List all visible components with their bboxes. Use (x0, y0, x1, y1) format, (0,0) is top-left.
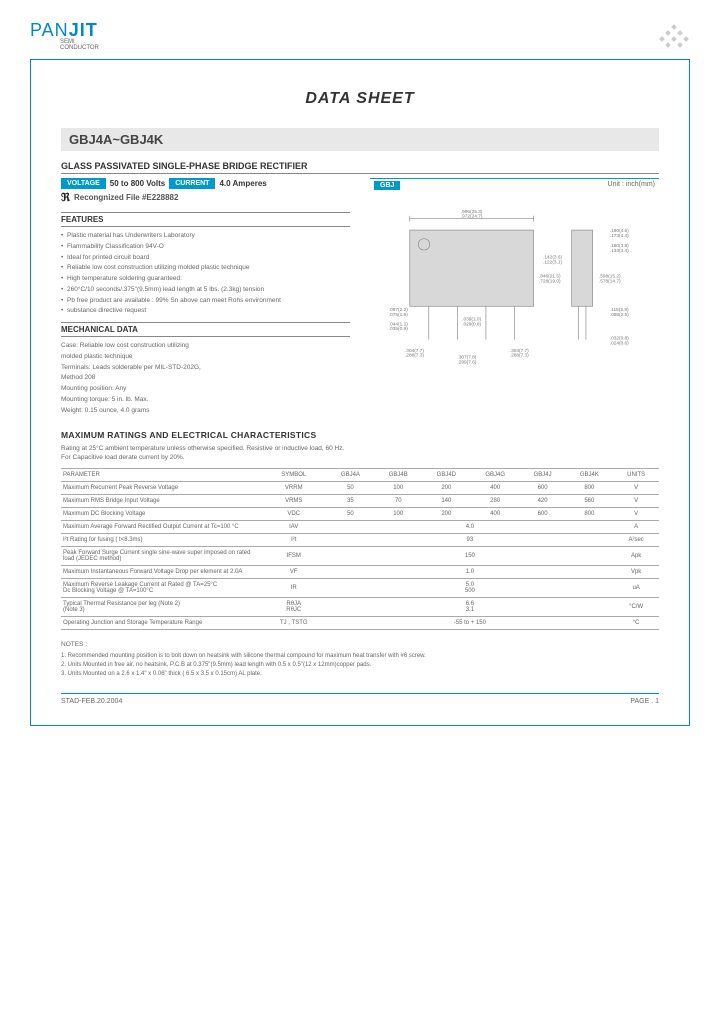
table-row: Typical Thermal Resistance per leg (Note… (61, 598, 659, 617)
features-header: FEATURES (61, 212, 350, 227)
feature-item: Pb free product are available : 99% Sn a… (61, 296, 350, 306)
notes-list: 1. Recommended mounting position is to b… (61, 652, 659, 679)
mech-item: Terminals: Leads solderable per MIL-STD-… (61, 363, 350, 373)
description-title: GLASS PASSIVATED SINGLE-PHASE BRIDGE REC… (61, 161, 659, 174)
logo: PAN JIT (30, 20, 99, 41)
mech-item: Mounting torque: 5 in. lb. Max. (61, 395, 350, 405)
package-drawing-icon: .996(25.3) .972(24.7) .180(4.6) .173(4.4… (370, 192, 659, 392)
feature-item: Reliable low cost construction utilizing… (61, 263, 350, 273)
mech-item: Case: Reliable low cost construction uti… (61, 341, 350, 351)
svg-text:.035(0.9): .035(0.9) (389, 326, 408, 332)
note-item: 1. Recommended mounting position is to b… (61, 652, 659, 661)
svg-text:.098(2.5): .098(2.5) (610, 312, 629, 318)
feature-item: Plastic material has Underwriters Labora… (61, 231, 350, 241)
feature-item: Flammability Classification 94V-O (61, 242, 350, 252)
diagram-unit: Unit : inch(mm) (608, 181, 655, 190)
footer-date: STAD-FEB.20.2004 (61, 698, 122, 705)
table-body: Maximum Recurrent Peak Reverse VoltageVR… (61, 482, 659, 630)
svg-text:.728(19.0): .728(19.0) (539, 278, 561, 284)
svg-text:.288(7.3): .288(7.3) (510, 353, 529, 359)
table-header-cell: GBJ4B (374, 469, 422, 482)
ul-mark-icon: ℜ (61, 191, 70, 204)
mech-item: Mounting position: Any (61, 384, 350, 394)
logo-pan: PAN (30, 20, 69, 41)
mechanical-list: Case: Reliable low cost construction uti… (61, 341, 350, 415)
svg-text:.075(1.9): .075(1.9) (389, 312, 408, 318)
table-header-cell: GBJ4J (520, 469, 566, 482)
notes-section: NOTES : 1. Recommended mounting position… (61, 640, 659, 679)
feature-item: 260°C/10 seconds/.375"(9.5mm) lead lengt… (61, 285, 350, 295)
voltage-badge: VOLTAGE (61, 178, 106, 189)
svg-text:.299(7.6): .299(7.6) (457, 359, 476, 365)
mechanical-header: MECHANICAL DATA (61, 322, 350, 337)
table-header-cell: PARAMETER (61, 469, 261, 482)
svg-text:.578(14.7): .578(14.7) (599, 278, 621, 284)
svg-text:.972(24.7): .972(24.7) (461, 214, 483, 220)
notes-title: NOTES : (61, 640, 659, 650)
table-header-cell: GBJ4G (471, 469, 520, 482)
ratings-subtitle: Rating at 25°C ambient temperature unles… (61, 444, 659, 462)
feature-item: substance directive request (61, 306, 350, 316)
svg-text:.122(3.1): .122(3.1) (543, 259, 562, 265)
svg-text:.029(0.8): .029(0.8) (462, 321, 481, 327)
doc-title: DATA SHEET (61, 90, 659, 108)
table-header-cell: GBJ4D (422, 469, 470, 482)
svg-text:.024(0.6): .024(0.6) (610, 340, 629, 346)
table-header-row: PARAMETERSYMBOLGBJ4AGBJ4BGBJ4DGBJ4GGBJ4J… (61, 469, 659, 482)
table-row: Maximum Reverse Leakage Current at Rated… (61, 579, 659, 598)
table-row: I²t Rating for fusing ( t<8.3ms)I²t93A²s… (61, 534, 659, 547)
table-header-cell: UNITS (613, 469, 659, 482)
current-badge: CURRENT (169, 178, 215, 189)
table-row: Maximum RMS Bridge Input VoltageVRMS3570… (61, 495, 659, 508)
diagram-header: GBJ Unit : inch(mm) (370, 179, 659, 192)
table-header-cell: GBJ4A (327, 469, 375, 482)
table-row: Maximum Recurrent Peak Reverse VoltageVR… (61, 482, 659, 495)
page: PAN JIT SEMI CONDUCTOR DATA SHEET GBJ4A~… (0, 0, 720, 746)
voltage-value: 50 to 800 Volts (110, 179, 165, 188)
table-row: Peak Forward Surge Current single sine-w… (61, 547, 659, 566)
table-row: Maximum Instantaneous Forward Voltage Dr… (61, 566, 659, 579)
note-item: 2. Units Mounted in free air, no heatsin… (61, 661, 659, 670)
ul-text: Recongnized File #E228882 (74, 193, 179, 202)
mech-item: Method 208 (61, 373, 350, 383)
current-value: 4.0 Amperes (219, 179, 266, 188)
logo-block: PAN JIT SEMI CONDUCTOR (30, 20, 99, 51)
table-header-cell: GBJ4K (565, 469, 613, 482)
ul-recognition: ℜ Recongnized File #E228882 (61, 191, 350, 204)
two-column-layout: VOLTAGE 50 to 800 Volts CURRENT 4.0 Ampe… (61, 178, 659, 416)
note-item: 3. Units Mounted on a 2.6 x 1.4" x 0.06"… (61, 670, 659, 679)
feature-item: High temperature soldering guaranteed: (61, 274, 350, 284)
logo-jit: JIT (69, 20, 98, 41)
diagram-label: GBJ (374, 181, 400, 190)
table-row: Maximum Average Forward Rectified Output… (61, 521, 659, 534)
table-row: Maximum DC Blocking VoltageVDC5010020040… (61, 508, 659, 521)
features-list: Plastic material has Underwriters Labora… (61, 231, 350, 316)
table-row: Operating Junction and Storage Temperatu… (61, 617, 659, 630)
decorative-dots-icon (660, 21, 690, 51)
header-row: PAN JIT SEMI CONDUCTOR (30, 20, 690, 51)
badge-row: VOLTAGE 50 to 800 Volts CURRENT 4.0 Ampe… (61, 178, 350, 189)
mech-item: Weight: 0.15 ounce, 4.0 grams (61, 406, 350, 416)
svg-text:.173(4.4): .173(4.4) (610, 233, 629, 239)
table-header-cell: SYMBOL (261, 469, 327, 482)
footer-page: PAGE . 1 (630, 698, 659, 705)
content-border: DATA SHEET GBJ4A~GBJ4K GLASS PASSIVATED … (30, 59, 690, 726)
page-footer: STAD-FEB.20.2004 PAGE . 1 (61, 693, 659, 705)
part-number: GBJ4A~GBJ4K (61, 128, 659, 151)
mech-item: molded plastic technique (61, 352, 350, 362)
right-column: GBJ Unit : inch(mm) (370, 178, 659, 416)
feature-item: Ideal for printed circuit board (61, 253, 350, 263)
left-column: VOLTAGE 50 to 800 Volts CURRENT 4.0 Ampe… (61, 178, 350, 416)
ratings-title: MAXIMUM RATINGS AND ELECTRICAL CHARACTER… (61, 430, 659, 440)
svg-text:.288(7.3): .288(7.3) (405, 353, 424, 359)
package-diagram: GBJ Unit : inch(mm) (370, 178, 659, 394)
svg-text:.133(3.4): .133(3.4) (610, 248, 629, 254)
ratings-table: PARAMETERSYMBOLGBJ4AGBJ4BGBJ4DGBJ4GGBJ4J… (61, 468, 659, 630)
